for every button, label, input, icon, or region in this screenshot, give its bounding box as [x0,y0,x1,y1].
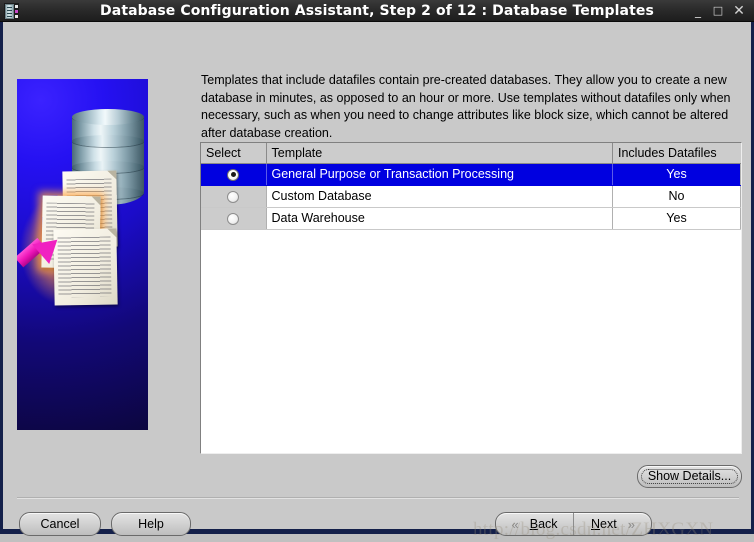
client-area: Templates that include datafiles contain… [3,22,751,540]
row-includes-datafiles: Yes [612,163,741,186]
arrow-icon [17,229,66,280]
row-template-name: Custom Database [266,185,613,208]
row-select-cell[interactable] [201,207,267,230]
back-button[interactable]: « Back [496,513,574,535]
window-title: Database Configuration Assistant, Step 2… [100,3,654,19]
next-button[interactable]: Next » [575,513,651,535]
sidebar-illustration [17,79,148,430]
row-template-name: General Purpose or Transaction Processin… [266,163,613,186]
row-includes-datafiles: No [612,185,741,208]
radio-button-selected[interactable] [227,168,240,181]
description-text: Templates that include datafiles contain… [201,73,731,140]
row-select-cell[interactable] [201,185,267,208]
close-icon[interactable]: ✕ [730,0,748,22]
navigation-button-group: « Back Next » [495,512,652,536]
help-button[interactable]: Help [111,512,191,536]
table-header-row: Select Template Includes Datafiles [201,143,741,164]
help-label: Help [138,516,164,531]
radio-button[interactable] [227,190,240,203]
cancel-label: Cancel [40,516,80,531]
title-bar: Database Configuration Assistant, Step 2… [0,0,754,22]
table-row[interactable]: Data Warehouse Yes [201,207,741,230]
application-window: Database Configuration Assistant, Step 2… [0,0,754,540]
row-select-cell[interactable] [201,163,267,186]
show-details-label: Show Details... [647,469,732,484]
column-header-includes-datafiles[interactable]: Includes Datafiles [612,143,741,164]
separator [17,497,739,499]
back-label: Back [529,517,558,531]
chevron-left-icon: « [511,516,519,532]
maximize-icon[interactable]: □ [709,0,727,22]
minimize-icon[interactable]: _ [689,0,707,22]
cancel-button[interactable]: Cancel [19,512,101,536]
templates-table-panel[interactable]: Select Template Includes Datafiles Gener… [200,142,742,454]
show-details-button[interactable]: Show Details... [637,465,742,488]
radio-button[interactable] [227,212,240,225]
chevron-right-icon: » [627,516,635,532]
column-header-select[interactable]: Select [201,143,267,164]
table-row[interactable]: General Purpose or Transaction Processin… [201,163,741,186]
next-label: Next [591,517,617,531]
templates-table: Select Template Includes Datafiles Gener… [201,143,741,230]
row-template-name: Data Warehouse [266,207,613,230]
row-includes-datafiles: Yes [612,207,741,230]
column-header-template[interactable]: Template [266,143,613,164]
table-row[interactable]: Custom Database No [201,185,741,208]
